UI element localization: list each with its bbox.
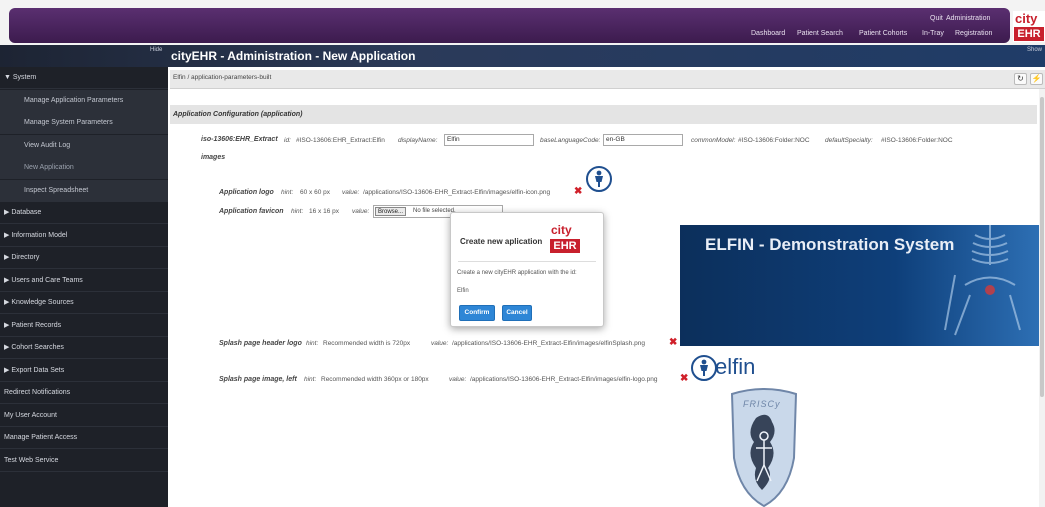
splash-banner-title: ELFIN - Demonstration System — [705, 235, 955, 254]
top-header: Quit Administration Dashboard Patient Se… — [0, 0, 1045, 45]
show-panel-link[interactable]: Show — [1027, 47, 1042, 53]
sidebar-item-test-web-service[interactable]: Test Web Service — [0, 450, 168, 472]
app-logo-hint: 60 x 60 px — [300, 189, 330, 196]
section-title: Application Configuration (application) — [173, 111, 303, 118]
create-application-dialog: Create new aplication city EHR Create a … — [450, 212, 604, 327]
breadcrumb-bar: Elfin / application-parameters-built ↻ ⚡ — [170, 70, 1045, 89]
splash-header-label: Splash page header logo — [219, 340, 302, 347]
dialog-title: Create new aplication — [460, 237, 543, 246]
base-language-field[interactable]: en-GB — [603, 134, 683, 146]
lightning-icon: ⚡ — [1031, 74, 1042, 83]
sidebar-item-knowledge-sources[interactable]: ▶ Knowledge Sources — [0, 292, 168, 314]
logo-city-text: city — [1015, 11, 1038, 26]
app-logo-value-label: value: — [342, 189, 360, 196]
scrollbar-thumb[interactable] — [1040, 97, 1044, 397]
page-title: cityEHR - Administration - New Applicati… — [171, 49, 416, 63]
splash-image-hint-label: hint: — [304, 376, 317, 383]
display-name-field[interactable]: Elfin — [444, 134, 534, 146]
sidebar-item-information-model[interactable]: ▶ Information Model — [0, 225, 168, 247]
sidebar-item-new-application[interactable]: New Application — [0, 157, 168, 179]
splash-image-hint: Recommended width 360px or 180px — [321, 376, 429, 383]
sidebar-item-users-and-care-teams[interactable]: ▶ Users and Care Teams — [0, 270, 168, 292]
splash-header-hint-label: hint: — [306, 340, 319, 347]
elfin-logo-text: elfin — [715, 354, 756, 379]
sidebar: ▼ System Manage Application Parameters Man… — [0, 67, 168, 507]
sidebar-item-cohort-searches[interactable]: ▶ Cohort Searches — [0, 337, 168, 359]
display-name-label: displayName: — [398, 137, 438, 144]
splash-image-value-label: value: — [449, 376, 467, 383]
delete-splash-header-icon[interactable]: ✖ — [669, 338, 677, 348]
extract-name: iso-13606:EHR_Extract — [201, 136, 278, 143]
browse-button[interactable]: Browse... — [375, 207, 407, 216]
nav-dashboard[interactable]: Dashboard — [751, 30, 785, 37]
title-bar: Hide cityEHR - Administration - New Appl… — [0, 45, 1045, 67]
friscy-text: FRISCy — [743, 399, 781, 409]
splash-image-value: /applications/ISO-13606-EHR_Extract-Elfi… — [470, 376, 658, 383]
sidebar-item-export-data-sets[interactable]: ▶ Export Data Sets — [0, 360, 168, 382]
sidebar-item-patient-records[interactable]: ▶ Patient Records — [0, 315, 168, 337]
id-value: #ISO-13606:EHR_Extract:Elfin — [296, 137, 385, 144]
logo-ehr-text: EHR — [1014, 27, 1044, 41]
lightning-button[interactable]: ⚡ — [1030, 73, 1043, 85]
refresh-button[interactable]: ↻ — [1014, 73, 1027, 85]
sidebar-item-system[interactable]: ▼ System — [0, 67, 168, 89]
base-language-label: baseLanguageCode: — [540, 137, 601, 144]
nav-quit[interactable]: Quit — [930, 15, 943, 22]
sidebar-item-manage-application-parameters[interactable]: Manage Application Parameters — [0, 89, 168, 112]
dialog-divider — [458, 261, 596, 262]
app-favicon-label: Application favicon — [219, 208, 284, 215]
refresh-icon: ↻ — [1017, 74, 1024, 83]
app-favicon-hint: 16 x 16 px — [309, 208, 339, 215]
common-model-value: #ISO-13606:Folder:NOC — [738, 137, 810, 144]
dialog-logo-city-text: city — [551, 223, 572, 237]
cityehr-logo: city EHR — [1013, 11, 1045, 42]
breadcrumb: Elfin / application-parameters-built — [173, 74, 272, 81]
confirm-button[interactable]: Confirm — [459, 305, 495, 321]
splash-header-value-label: value: — [431, 340, 449, 347]
sidebar-item-manage-patient-access[interactable]: Manage Patient Access — [0, 427, 168, 449]
sidebar-item-view-audit-log[interactable]: View Audit Log — [0, 134, 168, 157]
elfin-icon-image — [586, 166, 612, 192]
splash-header-value: /applications/ISO-13606-EHR_Extract-Elfi… — [452, 340, 645, 347]
hide-sidebar-link[interactable]: Hide — [150, 47, 162, 53]
delete-splash-image-icon[interactable]: ✖ — [680, 374, 688, 384]
cancel-button[interactable]: Cancel — [502, 305, 532, 321]
app-logo-hint-label: hint: — [281, 189, 294, 196]
delete-app-logo-icon[interactable]: ✖ — [574, 187, 582, 197]
default-specialty-label: defaultSpecialty: — [825, 137, 873, 144]
elfin-logo-icon — [691, 355, 717, 381]
dialog-message: Create a new cityEHR application with th… — [457, 270, 577, 276]
nav-administration[interactable]: Administration — [946, 15, 990, 22]
dialog-cityehr-logo: city EHR — [550, 224, 581, 256]
id-label: id: — [284, 137, 291, 144]
nav-registration[interactable]: Registration — [955, 30, 992, 37]
app-logo-value: /applications/ISO-13606-EHR_Extract-Elfi… — [363, 189, 551, 196]
nav-in-tray[interactable]: In-Tray — [922, 30, 944, 37]
section-header: Application Configuration (application) — [170, 105, 1037, 124]
splash-header-hint: Recommended width is 720px — [323, 340, 411, 347]
images-label: images — [201, 154, 226, 161]
sidebar-item-directory[interactable]: ▶ Directory — [0, 247, 168, 269]
sidebar-item-inspect-spreadsheet[interactable]: Inspect Spreadsheet — [0, 179, 168, 202]
nav-patient-cohorts[interactable]: Patient Cohorts — [859, 30, 907, 37]
app-favicon-value-label: value: — [352, 208, 370, 215]
header-bar — [9, 8, 1010, 43]
sidebar-item-manage-system-parameters[interactable]: Manage System Parameters — [0, 112, 168, 134]
common-model-label: commonModel: — [691, 137, 736, 144]
dialog-logo-ehr-text: EHR — [550, 239, 580, 253]
sidebar-item-redirect-notifications[interactable]: Redirect Notifications — [0, 382, 168, 404]
dialog-app-id: Elfin — [457, 288, 469, 294]
skeleton-illustration — [944, 225, 1021, 336]
sidebar-item-database[interactable]: ▶ Database — [0, 202, 168, 224]
sidebar-item-my-user-account[interactable]: My User Account — [0, 405, 168, 427]
app-favicon-hint-label: hint: — [291, 208, 304, 215]
app-logo-label: Application logo — [219, 189, 274, 196]
splash-image-label: Splash page image, left — [219, 376, 297, 383]
splash-header-image: ELFIN - Demonstration System — [680, 225, 1039, 346]
default-specialty-value: #ISO-13606:Folder:NOC — [881, 137, 953, 144]
nav-patient-search[interactable]: Patient Search — [797, 30, 843, 37]
